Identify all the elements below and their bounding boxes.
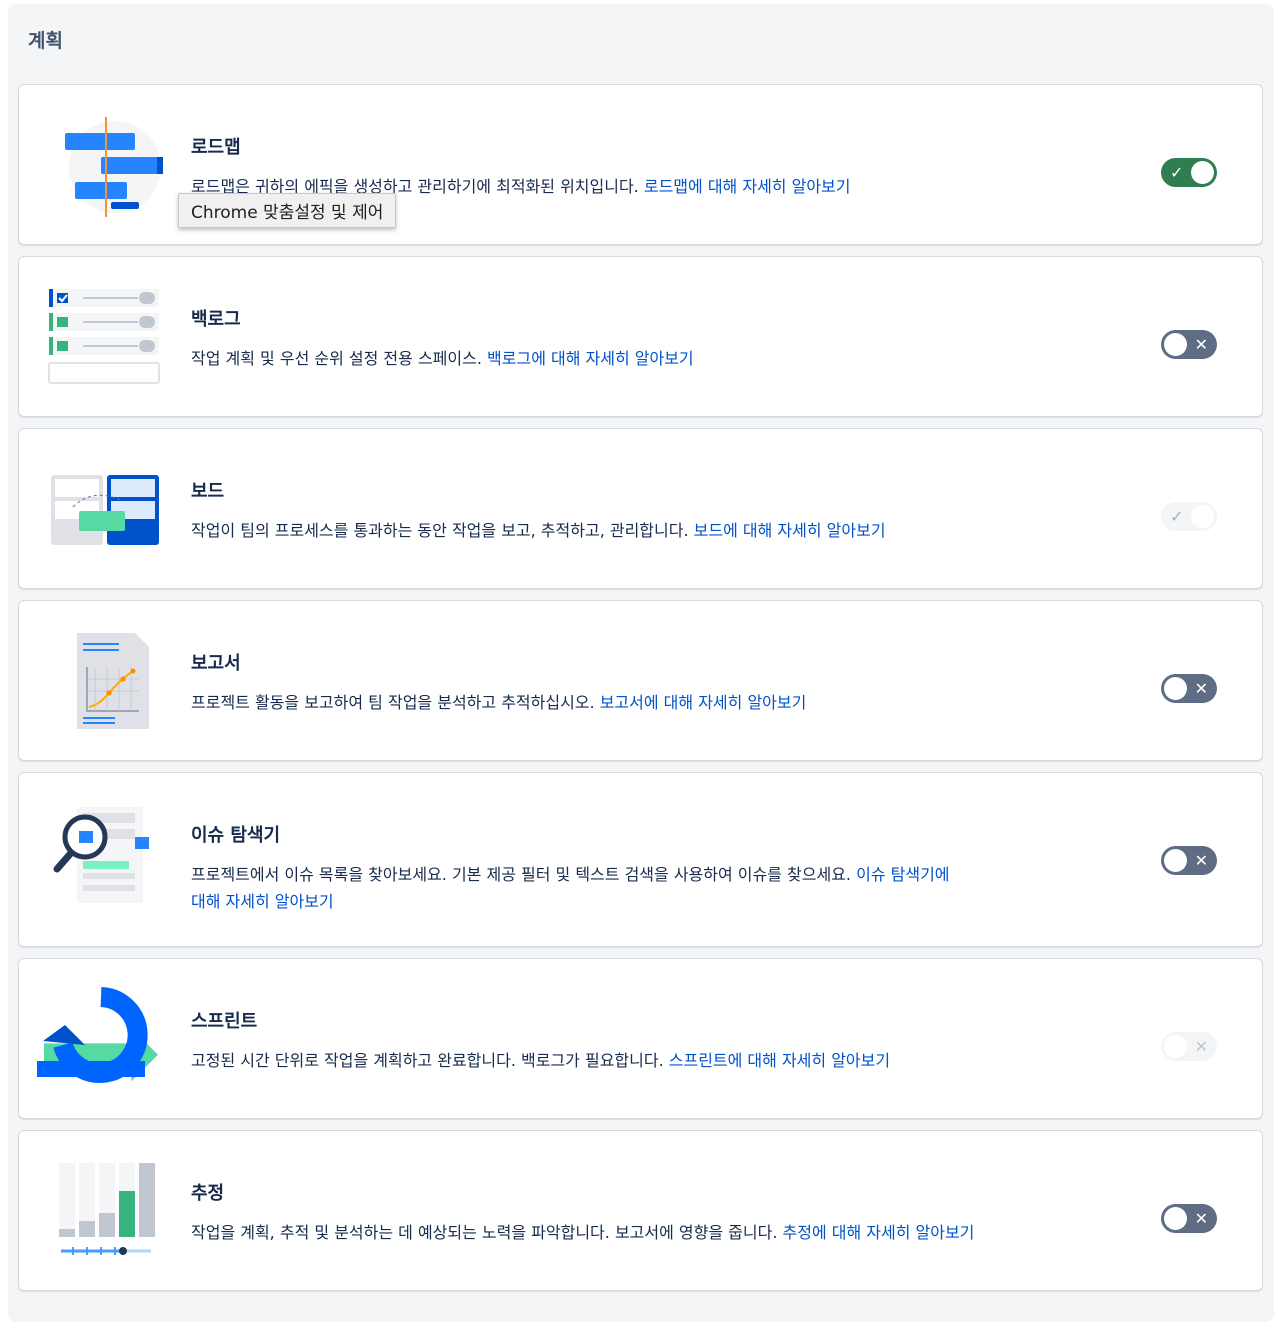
check-icon: ✓ (1170, 163, 1184, 182)
roadmap-illustration-icon (65, 117, 163, 217)
learn-more-link[interactable]: 백로그에 대해 자세히 알아보기 (487, 349, 694, 368)
feature-toggle-sprint[interactable]: ✕ (1161, 1032, 1217, 1061)
feature-description: 작업 계획 및 우선 순위 설정 전용 스페이스. 백로그에 대해 자세히 알아… (191, 345, 1081, 372)
feature-title: 보고서 (191, 653, 241, 674)
section-title: 계획 (28, 30, 63, 52)
feature-toggle-reports[interactable]: ✕ (1161, 674, 1217, 703)
close-icon: ✕ (1194, 679, 1208, 698)
toggle-knob (1164, 1035, 1187, 1058)
toggle-knob (1164, 1207, 1187, 1230)
feature-title: 백로그 (191, 309, 241, 330)
learn-more-link[interactable]: 보고서에 대해 자세히 알아보기 (600, 693, 807, 712)
learn-more-link[interactable]: 로드맵에 대해 자세히 알아보기 (644, 177, 851, 196)
feature-card-sprint: 스프린트 고정된 시간 단위로 작업을 계획하고 완료합니다. 백로그가 필요합… (18, 958, 1263, 1119)
description-text: 작업을 계획, 추적 및 분석하는 데 예상되는 노력을 파악합니다. 보고서에… (191, 1223, 778, 1242)
toggle-knob (1164, 333, 1187, 356)
description-text: 고정된 시간 단위로 작업을 계획하고 완료합니다. 백로그가 필요합니다. (191, 1051, 664, 1070)
feature-toggle-backlog[interactable]: ✕ (1161, 330, 1217, 359)
learn-more-link[interactable]: 추정에 대해 자세히 알아보기 (783, 1223, 975, 1242)
close-icon: ✕ (1194, 851, 1208, 870)
learn-more-link[interactable]: 스프린트에 대해 자세히 알아보기 (669, 1051, 890, 1070)
feature-description: 프로젝트 활동을 보고하여 팀 작업을 분석하고 추적하십시오. 보고서에 대해… (191, 689, 1081, 716)
board-illustration-icon (51, 475, 159, 545)
feature-toggle-roadmap[interactable]: ✓ (1161, 158, 1217, 187)
feature-title: 이슈 탐색기 (191, 825, 281, 846)
reports-illustration-icon (77, 633, 149, 729)
feature-card-estimation: 추정 작업을 계획, 추적 및 분석하는 데 예상되는 노력을 파악합니다. 보… (18, 1130, 1263, 1291)
feature-title: 추정 (191, 1183, 225, 1204)
feature-toggle-estimation[interactable]: ✕ (1161, 1204, 1217, 1233)
feature-description: 프로젝트에서 이슈 목록을 찾아보세요. 기본 제공 필터 및 텍스트 검색을 … (191, 861, 951, 915)
backlog-illustration-icon (48, 289, 160, 384)
feature-description: 작업을 계획, 추적 및 분석하는 데 예상되는 노력을 파악합니다. 보고서에… (191, 1219, 1081, 1246)
feature-description: 고정된 시간 단위로 작업을 계획하고 완료합니다. 백로그가 필요합니다. 스… (191, 1047, 1081, 1074)
estimation-illustration-icon (59, 1163, 155, 1255)
close-icon: ✕ (1194, 1037, 1208, 1056)
close-icon: ✕ (1194, 335, 1208, 354)
feature-toggle-board[interactable]: ✓ (1161, 502, 1217, 531)
toggle-knob (1191, 161, 1214, 184)
feature-card-backlog: 백로그 작업 계획 및 우선 순위 설정 전용 스페이스. 백로그에 대해 자세… (18, 256, 1263, 417)
feature-description: 작업이 팀의 프로세스를 통과하는 동안 작업을 보고, 추적하고, 관리합니다… (191, 517, 1081, 544)
sprint-illustration-icon (37, 987, 158, 1083)
description-text: 프로젝트에서 이슈 목록을 찾아보세요. 기본 제공 필터 및 텍스트 검색을 … (191, 865, 852, 884)
browser-tooltip: Chrome 맞춤설정 및 제어 (178, 193, 397, 228)
toggle-knob (1191, 505, 1214, 528)
learn-more-link[interactable]: 보드에 대해 자세히 알아보기 (694, 521, 886, 540)
check-icon: ✓ (1170, 507, 1184, 526)
toggle-knob (1164, 677, 1187, 700)
description-text: 작업 계획 및 우선 순위 설정 전용 스페이스. (191, 349, 482, 368)
feature-toggle-issue-navigator[interactable]: ✕ (1161, 846, 1217, 875)
feature-title: 스프린트 (191, 1011, 258, 1032)
feature-card-board: 보드 작업이 팀의 프로세스를 통과하는 동안 작업을 보고, 추적하고, 관리… (18, 428, 1263, 589)
description-text: 프로젝트 활동을 보고하여 팀 작업을 분석하고 추적하십시오. (191, 693, 595, 712)
issue-navigator-illustration-icon (53, 807, 149, 903)
feature-title: 로드맵 (191, 137, 241, 158)
feature-card-reports: 보고서 프로젝트 활동을 보고하여 팀 작업을 분석하고 추적하십시오. 보고서… (18, 600, 1263, 761)
toggle-knob (1164, 849, 1187, 872)
close-icon: ✕ (1194, 1209, 1208, 1228)
feature-title: 보드 (191, 481, 225, 502)
description-text: 작업이 팀의 프로세스를 통과하는 동안 작업을 보고, 추적하고, 관리합니다… (191, 521, 689, 540)
feature-card-issue-navigator: 이슈 탐색기 프로젝트에서 이슈 목록을 찾아보세요. 기본 제공 필터 및 텍… (18, 772, 1263, 947)
